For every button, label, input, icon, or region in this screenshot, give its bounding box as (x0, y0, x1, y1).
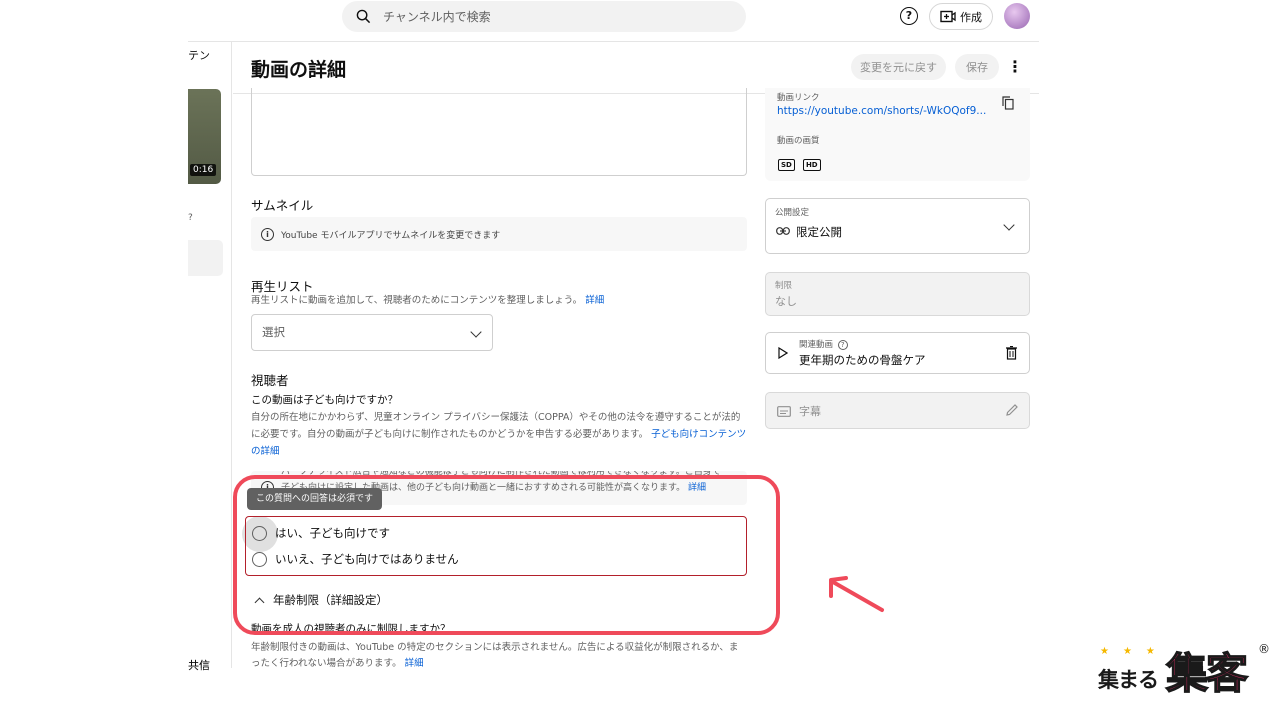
sidebar-item-selected[interactable] (188, 240, 223, 276)
help-icon[interactable]: ? (837, 340, 848, 350)
playlist-select[interactable]: 選択 (251, 314, 493, 351)
info-icon: i (261, 227, 274, 241)
hd-badge: HD (802, 159, 821, 171)
save-button[interactable]: 保存 (955, 54, 999, 80)
page-title: 動画の詳細 (251, 59, 347, 81)
avatar[interactable] (1004, 3, 1030, 29)
restriction-field: 制限 なし (765, 272, 1030, 316)
logo-stars: ★★★ (1100, 646, 1169, 657)
related-video-value: 更年期のための骨盤ケア (799, 353, 926, 367)
create-button[interactable]: 作成 (929, 3, 993, 30)
age-restriction-description: 年齢制限付きの動画は、YouTube の特定のセクションには表示されません。広告… (251, 640, 747, 668)
annotation-highlight-box (233, 475, 780, 635)
sidebar-item-label[interactable]: テン (188, 47, 210, 63)
audience-question: この動画は子ども向けですか？ (251, 394, 398, 406)
revert-button[interactable]: 変更を元に戻す (851, 54, 946, 80)
delete-icon[interactable] (1006, 346, 1017, 360)
audience-section-title: 視聴者 (251, 373, 289, 388)
link-icon (776, 227, 790, 235)
video-info-card: 動画リンク https://youtube.com/shorts/-WkOQof… (765, 88, 1030, 181)
topbar-divider (188, 41, 1039, 42)
playlist-description: 再生リストに動画を追加して、視聴者のためにコンテンツを整理しましょう。 詳細 (251, 292, 604, 309)
chevron-down-icon (1003, 219, 1015, 231)
more-options-icon[interactable]: ⋮ (1007, 56, 1023, 78)
logo-big-text: 集客 (1165, 648, 1249, 699)
video-quality-badges: SD HD (778, 152, 824, 171)
related-video-label: 関連動画 ? (799, 338, 848, 350)
copy-icon[interactable] (1002, 96, 1014, 110)
thumbnail-info: i YouTube モバイルアプリでサムネイルを変更できます (251, 217, 747, 251)
search-input[interactable]: チャンネル内で検索 (383, 8, 491, 25)
video-link-label: 動画リンク (777, 93, 820, 103)
annotation-arrow-icon (829, 576, 884, 612)
subtitles-icon (777, 406, 791, 417)
playlist-description-text: 再生リストに動画を追加して、視聴者のためにコンテンツを整理しましょう。 (251, 295, 583, 306)
registered-mark: ® (1258, 642, 1270, 656)
age-restriction-link[interactable]: 詳細 (405, 658, 424, 668)
related-video-label-text: 関連動画 (799, 340, 834, 350)
page-bottom (188, 668, 1039, 720)
audience-description: 自分の所在地にかかわらず、児童オンライン プライバシー保護法（COPPA）やその… (251, 409, 747, 460)
description-field[interactable] (251, 88, 747, 176)
video-duration: 0:16 (190, 164, 217, 176)
thumbnail-section-title: サムネイル (251, 198, 314, 213)
restriction-value: なし (775, 295, 797, 308)
restriction-label: 制限 (775, 281, 793, 291)
playlist-learn-more-link[interactable]: 詳細 (585, 295, 604, 306)
visibility-value: 限定公開 (796, 225, 842, 239)
thumbnail-info-text: YouTube モバイルアプリでサムネイルを変更できます (281, 230, 501, 241)
play-icon (778, 347, 788, 359)
age-restriction-description-text: 年齢制限付きの動画は、YouTube の特定のセクションには表示されません。広告… (251, 642, 739, 668)
help-icon[interactable]: ? (900, 7, 918, 25)
video-add-icon (940, 10, 956, 23)
edit-pencil-icon[interactable] (1005, 403, 1019, 417)
logo-small-text: 集まる (1098, 668, 1159, 692)
playlist-select-label: 選択 (262, 325, 285, 339)
visibility-select[interactable]: 公開設定 限定公開 (765, 198, 1030, 254)
subtitles-label: 字幕 (799, 405, 821, 418)
video-quality-label: 動画の画質 (777, 136, 820, 146)
sidebar-item-label: ? (188, 213, 193, 223)
chevron-down-icon (470, 326, 482, 338)
sd-badge: SD (778, 159, 795, 171)
search-bar[interactable]: チャンネル内で検索 (342, 1, 746, 32)
subtitles-field[interactable]: 字幕 (765, 392, 1030, 429)
search-icon (356, 9, 371, 24)
sidebar-item-label[interactable]: 共信 (188, 657, 210, 673)
related-video-field[interactable]: 関連動画 ? 更年期のための骨盤ケア (765, 332, 1030, 374)
video-link[interactable]: https://youtube.com/shorts/-WkOQof9... (777, 105, 986, 117)
visibility-label: 公開設定 (775, 208, 810, 218)
create-label: 作成 (960, 10, 982, 24)
